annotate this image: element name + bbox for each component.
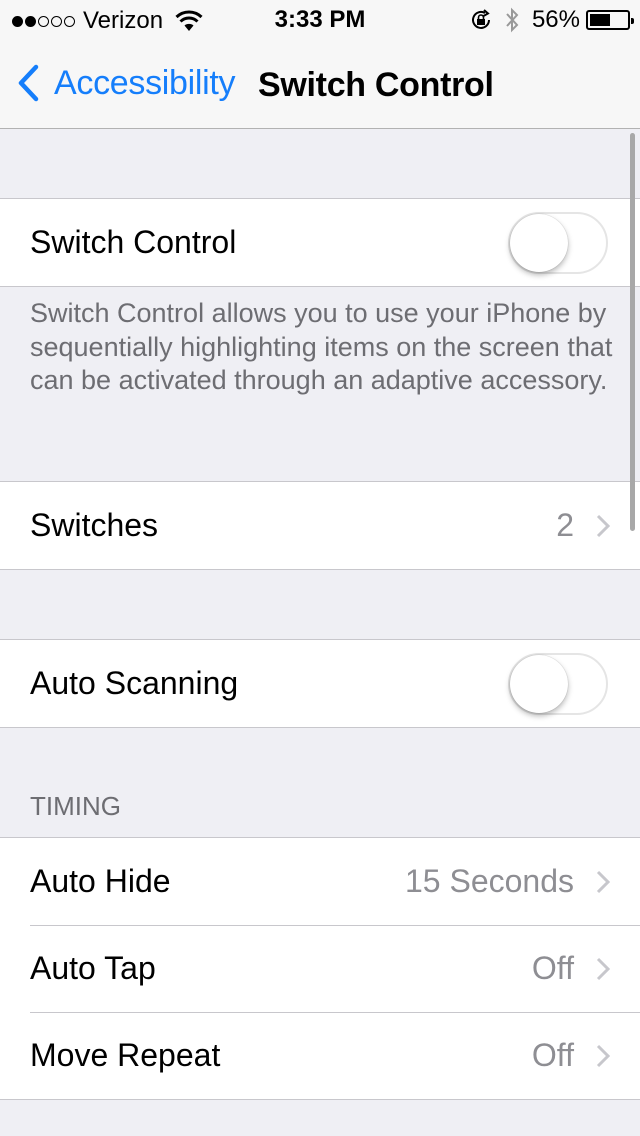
back-button[interactable]: Accessibility (14, 62, 236, 104)
auto-hide-label: Auto Hide (30, 863, 171, 899)
auto-scanning-label: Auto Scanning (30, 665, 239, 701)
switches-label: Switches (30, 507, 159, 543)
auto-tap-value: Off (531, 950, 574, 986)
battery-icon (586, 10, 634, 30)
vertical-scrollbar[interactable] (630, 133, 635, 531)
switch-control-toggle[interactable] (508, 211, 608, 274)
page-title: Switch Control (258, 66, 494, 104)
navigation-bar: Accessibility Switch Control (0, 40, 640, 129)
timing-group: Auto Hide 15 Seconds Auto Tap Off Move R… (0, 837, 640, 1100)
switches-cell[interactable]: Switches 2 (0, 482, 640, 569)
back-chevron-icon (18, 64, 39, 102)
battery-level (590, 14, 610, 26)
toggle-knob (510, 213, 568, 272)
status-bar: Verizon 3:33 PM 56% (0, 0, 640, 40)
move-repeat-label: Move Repeat (30, 1037, 221, 1073)
auto-scanning-cell: Auto Scanning (0, 640, 640, 727)
chevron-right-icon (596, 1044, 610, 1067)
orientation-lock-icon (471, 9, 490, 29)
bluetooth-icon (506, 7, 519, 33)
move-repeat-value: Off (531, 1037, 574, 1073)
auto-scanning-group: Auto Scanning (0, 639, 640, 728)
chevron-right-icon (596, 957, 610, 980)
auto-tap-label: Auto Tap (30, 950, 156, 986)
switch-control-cell: Switch Control (0, 199, 640, 286)
move-repeat-cell[interactable]: Move Repeat Off (0, 1012, 640, 1099)
switches-group: Switches 2 (0, 481, 640, 570)
timing-section-header: TIMING (30, 791, 121, 821)
back-button-label: Accessibility (54, 63, 236, 102)
switch-control-group: Switch Control (0, 198, 640, 287)
auto-tap-cell[interactable]: Auto Tap Off (0, 925, 640, 1012)
chevron-right-icon (596, 514, 610, 537)
auto-hide-value: 15 Seconds (404, 863, 574, 899)
switch-control-label: Switch Control (30, 224, 237, 260)
auto-hide-cell[interactable]: Auto Hide 15 Seconds (0, 838, 640, 925)
auto-scanning-toggle[interactable] (508, 652, 608, 715)
toggle-knob (510, 654, 568, 713)
switches-count: 2 (556, 507, 574, 543)
chevron-right-icon (596, 870, 610, 893)
battery-percentage: 56% (531, 6, 580, 33)
switch-control-description: Switch Control allows you to use your iP… (30, 298, 613, 395)
